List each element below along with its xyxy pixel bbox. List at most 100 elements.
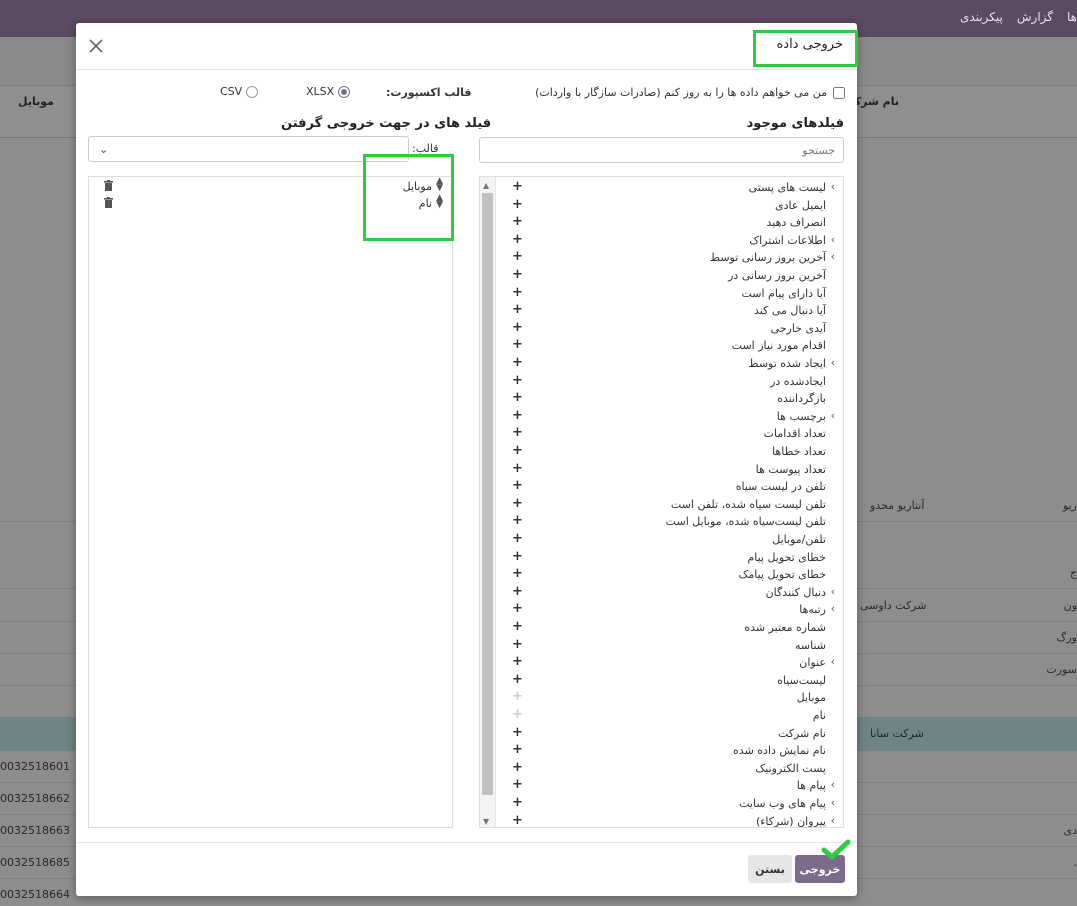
update-data-checkbox[interactable] [833, 86, 845, 99]
add-field-icon[interactable]: + [512, 285, 523, 300]
available-field-row[interactable]: + پیام ها ‹ [496, 777, 843, 795]
available-field-row[interactable]: + اقدام مورد نیاز است [496, 337, 843, 355]
expand-chevron-icon[interactable]: ‹ [831, 655, 835, 668]
expand-chevron-icon[interactable]: ‹ [831, 180, 835, 193]
available-field-row[interactable]: + لیست های پستی ‹ [496, 179, 843, 197]
available-field-row[interactable]: + لیست‌سیاه [496, 672, 843, 690]
add-field-icon[interactable]: + [512, 567, 523, 581]
add-field-icon[interactable]: + [512, 620, 523, 634]
add-field-icon[interactable]: + [512, 215, 523, 229]
expand-chevron-icon[interactable]: ‹ [831, 409, 835, 422]
available-field-row[interactable]: + تلفن لیست‌سیاه شده، موبایل است [496, 513, 843, 531]
add-field-icon[interactable]: + [512, 532, 523, 546]
format-xlsx-option[interactable]: XLSX [306, 85, 351, 98]
expand-chevron-icon[interactable]: ‹ [831, 585, 835, 598]
available-field-row[interactable]: + آیا دنبال می کند [496, 302, 843, 320]
add-field-icon[interactable]: + [512, 584, 523, 599]
available-field-row[interactable]: + تلفن لیست سیاه شده، تلفن است [496, 496, 843, 514]
available-field-row[interactable]: + اطلاعات اشتراک ‹ [496, 232, 843, 250]
add-field-icon[interactable]: + [512, 338, 523, 352]
add-field-icon[interactable]: + [512, 197, 523, 212]
add-field-icon[interactable]: + [512, 743, 523, 757]
add-field-icon[interactable]: + [512, 250, 523, 264]
add-field-icon[interactable]: + [512, 426, 523, 440]
column-mobile[interactable]: موبایل [18, 95, 54, 108]
available-field-row[interactable]: + آخرین بروز رسانی توسط ‹ [496, 249, 843, 267]
template-select[interactable]: ⌄ [88, 136, 409, 162]
add-field-icon[interactable]: + [512, 725, 523, 740]
format-csv-radio[interactable] [246, 85, 259, 98]
available-field-row[interactable]: + تعداد پیوست ها [496, 461, 843, 479]
add-field-icon[interactable]: + [512, 813, 523, 827]
add-field-icon[interactable]: + [512, 303, 523, 317]
available-field-row[interactable]: + ایجادشده در [496, 373, 843, 391]
trash-icon[interactable] [104, 197, 113, 208]
add-field-icon[interactable]: + [512, 655, 523, 669]
available-field-row[interactable]: + خطای تحویل پیامک [496, 566, 843, 584]
add-field-icon[interactable]: + [512, 356, 523, 370]
available-field-row[interactable]: + انصراف دهید [496, 214, 843, 232]
available-field-row[interactable]: + پست الکترونیک [496, 760, 843, 778]
available-field-row[interactable]: + شناسه [496, 637, 843, 655]
available-field-row[interactable]: + رتبه‌ها ‹ [496, 601, 843, 619]
available-field-row[interactable]: + آیدی خارجی [496, 320, 843, 338]
available-field-row[interactable]: + خطای تحویل پیام [496, 549, 843, 567]
add-field-icon[interactable]: + [512, 514, 523, 528]
expand-chevron-icon[interactable]: ‹ [831, 814, 835, 827]
available-field-row[interactable]: + دنبال کنندگان ‹ [496, 584, 843, 602]
available-field-row[interactable]: + شماره معتبر شده [496, 619, 843, 637]
scrollbar-thumb[interactable] [482, 193, 493, 795]
add-field-icon[interactable]: + [512, 232, 523, 247]
available-field-row[interactable]: + بازگرداننده [496, 390, 843, 408]
nav-item-partial[interactable]: ها [1067, 10, 1077, 24]
scroll-down-arrow-icon[interactable]: ▼ [483, 817, 489, 826]
add-field-icon[interactable]: + [512, 461, 523, 476]
add-field-icon[interactable]: + [512, 180, 523, 194]
add-field-icon[interactable]: + [512, 320, 523, 335]
available-field-row[interactable]: + برچسب ها ‹ [496, 408, 843, 426]
available-field-row[interactable]: + موبایل [496, 689, 843, 707]
add-field-icon[interactable]: + [512, 496, 523, 511]
available-field-row[interactable]: + آخرین بروز رسانی در [496, 267, 843, 285]
close-button[interactable]: بستن [748, 855, 792, 883]
field-search-input[interactable]: جستجو [479, 137, 844, 163]
add-field-icon[interactable]: + [512, 479, 523, 493]
expand-chevron-icon[interactable]: ‹ [831, 602, 835, 615]
fields-scrollbar[interactable]: ▲ ▼ [480, 177, 496, 827]
nav-item-config[interactable]: پیکربندی [960, 10, 1003, 24]
available-field-row[interactable]: + عنوان ‹ [496, 654, 843, 672]
available-field-row[interactable]: + تعداد خطاها [496, 443, 843, 461]
add-field-icon[interactable]: + [512, 672, 523, 687]
add-field-icon[interactable]: + [512, 637, 523, 652]
available-field-row[interactable]: + آیا دارای پیام است [496, 285, 843, 303]
expand-chevron-icon[interactable]: ‹ [831, 796, 835, 809]
add-field-icon[interactable]: + [512, 373, 523, 388]
add-field-icon[interactable]: + [512, 549, 523, 564]
add-field-icon[interactable]: + [512, 268, 523, 282]
add-field-icon[interactable]: + [512, 391, 523, 405]
available-field-row[interactable]: + ایجاد شده توسط ‹ [496, 355, 843, 373]
expand-chevron-icon[interactable]: ‹ [831, 356, 835, 369]
add-field-icon[interactable]: + [512, 778, 523, 792]
available-field-row[interactable]: + ایمیل عادی [496, 197, 843, 215]
available-field-row[interactable]: + نام [496, 707, 843, 725]
close-icon[interactable] [86, 35, 106, 57]
update-data-option[interactable]: من می خواهم داده ها را به روز کنم (صادرا… [535, 86, 845, 99]
format-xlsx-radio[interactable] [338, 85, 351, 98]
available-field-row[interactable]: + نام شرکت [496, 725, 843, 743]
format-csv-option[interactable]: CSV [220, 85, 259, 98]
available-field-row[interactable]: + نام نمایش داده شده [496, 742, 843, 760]
available-field-row[interactable]: + تلفن/موبایل [496, 531, 843, 549]
add-field-icon[interactable]: + [512, 796, 523, 810]
add-field-icon[interactable]: + [512, 408, 523, 423]
available-field-row[interactable]: + پیام های وب سایت ‹ [496, 795, 843, 813]
nav-item-report[interactable]: گزارش [1017, 10, 1053, 24]
available-field-row[interactable]: + تعداد اقدامات [496, 425, 843, 443]
add-field-icon[interactable]: + [512, 602, 523, 616]
expand-chevron-icon[interactable]: ‹ [831, 250, 835, 263]
add-field-icon[interactable]: + [512, 760, 523, 775]
available-field-row[interactable]: + پیروان (شرکاء) ‹ [496, 813, 843, 827]
available-field-row[interactable]: + تلفن در لیست سیاه [496, 478, 843, 496]
scroll-up-arrow-icon[interactable]: ▲ [483, 181, 489, 190]
expand-chevron-icon[interactable]: ‹ [831, 778, 835, 791]
